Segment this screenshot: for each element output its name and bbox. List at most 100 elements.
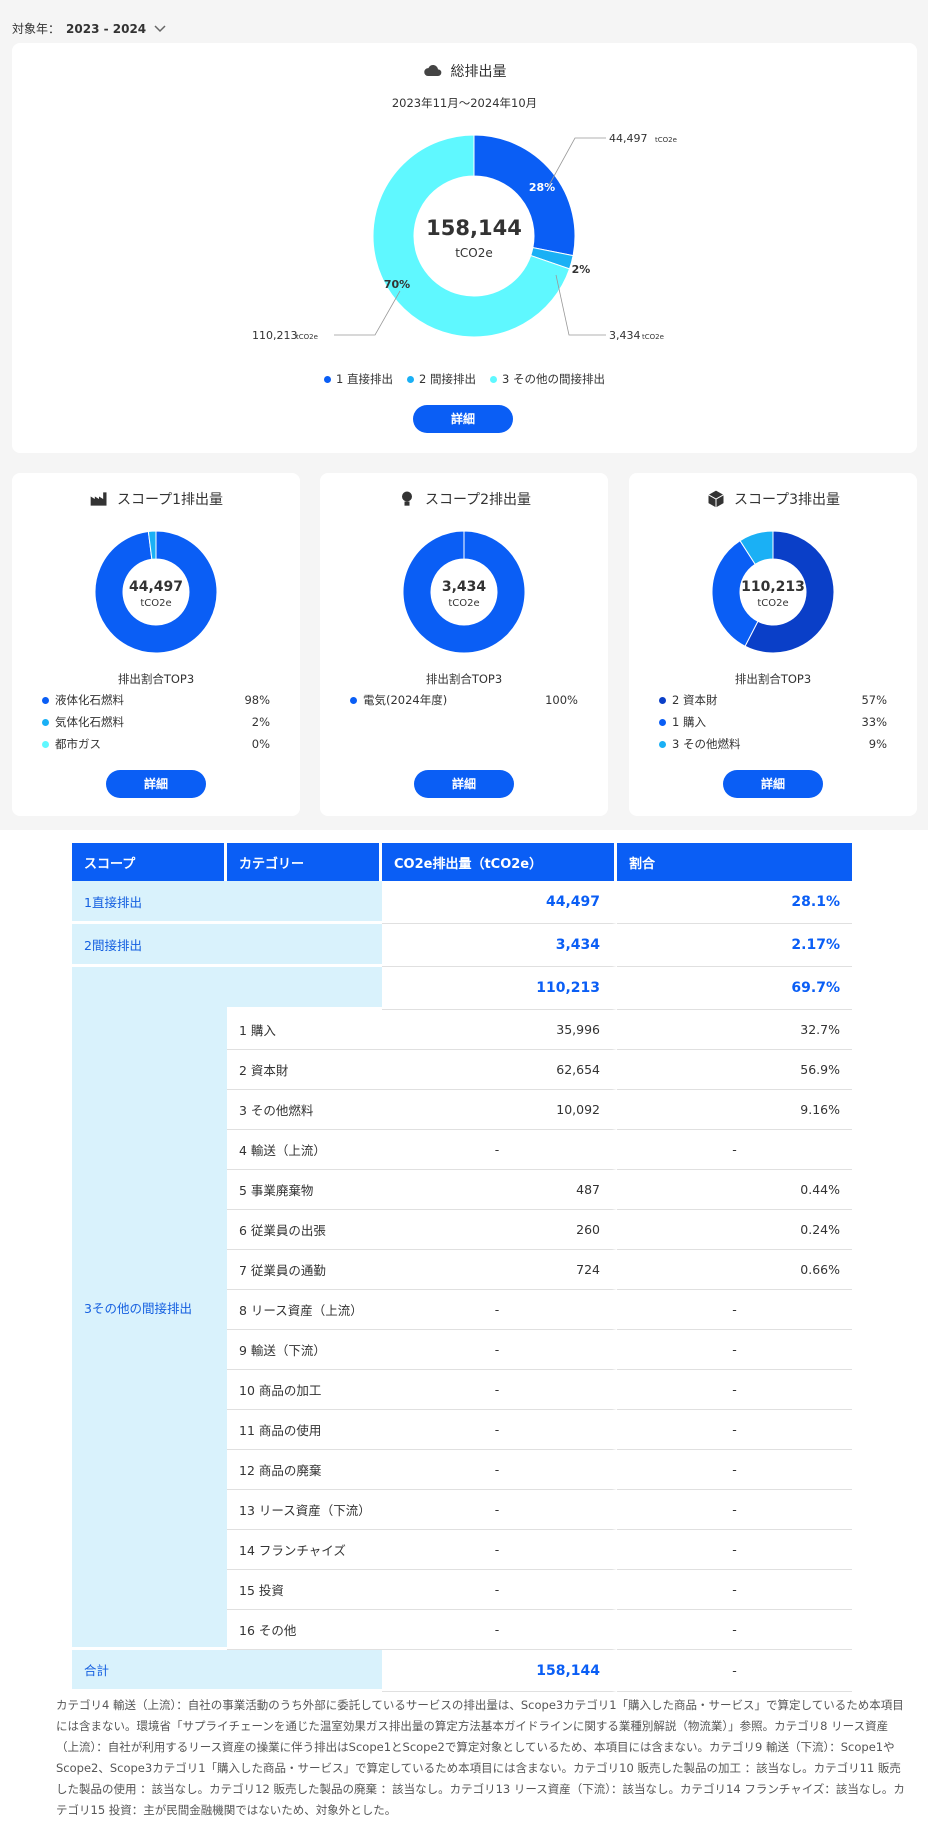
category-ratio: - (617, 1570, 852, 1610)
list-item: 電気(2024年度) 100% (350, 689, 578, 711)
total-ratio: - (617, 1650, 852, 1692)
category-name: 4 輸送（上流） (227, 1130, 382, 1170)
value-callout: 3,434 (609, 329, 641, 342)
scope3-detail-button[interactable]: 詳細 (723, 770, 823, 798)
table-row: 1直接排出 44,497 28.1% (72, 881, 852, 924)
scope2-card: スコープ2排出量 3,434 tCO2e 排出割合TOP3 電気(2024年度)… (320, 473, 608, 816)
scope3-blank-cell (227, 967, 382, 1010)
category-ratio: 0.24% (617, 1210, 852, 1250)
category-name: 10 商品の加工 (227, 1370, 382, 1410)
header-co2e: CO2e排出量（tCO2e） (382, 843, 617, 881)
category-ratio: - (617, 1290, 852, 1330)
scope2-ratio: 2.17% (617, 924, 852, 967)
category-name: 3 その他燃料 (227, 1090, 382, 1130)
category-value: 35,996 (382, 1010, 617, 1050)
year-selector[interactable]: 対象年： 2023 - 2024 (12, 20, 168, 37)
scope3-center-unit: tCO2e (757, 598, 789, 609)
category-name: 7 従業員の通勤 (227, 1250, 382, 1290)
category-ratio: - (617, 1450, 852, 1490)
value-callout: 44,497 (609, 132, 648, 145)
emissions-table: スコープ カテゴリー CO2e排出量（tCO2e） 割合 1直接排出 44,49… (72, 843, 852, 1692)
total-value: 158,144 (382, 1650, 617, 1692)
category-ratio: 0.44% (617, 1170, 852, 1210)
table-header-row: スコープ カテゴリー CO2e排出量（tCO2e） 割合 (72, 843, 852, 881)
category-name: 1 購入 (227, 1010, 382, 1050)
chevron-down-icon (154, 24, 166, 32)
scope3-top3-list: 2 資本財 57% 1 購入 33% 3 その他燃料 9% (659, 689, 887, 755)
legend-item-other-indirect: 3 その他の間接排出 (489, 371, 605, 387)
category-ratio: - (617, 1610, 852, 1650)
category-ratio: 56.9% (617, 1050, 852, 1090)
scope2-detail-button[interactable]: 詳細 (414, 770, 514, 798)
percent-label: 28% (529, 181, 555, 194)
scope1-top3-label: 排出割合TOP3 (117, 672, 195, 686)
unit-callout: tCO2e (642, 333, 664, 341)
category-name: 12 商品の廃棄 (227, 1450, 382, 1490)
scope2-value: 3,434 (382, 924, 617, 967)
scope1-detail-button[interactable]: 詳細 (106, 770, 206, 798)
header-ratio: 割合 (617, 843, 852, 881)
category-name: 16 その他 (227, 1610, 382, 1650)
scope2-center-unit: tCO2e (448, 598, 480, 609)
category-ratio: - (617, 1370, 852, 1410)
scope3-donut-chart (711, 530, 835, 654)
scope1-ratio: 28.1% (617, 881, 852, 924)
total-detail-button[interactable]: 詳細 (413, 405, 513, 433)
table-row: 3その他の間接排出 110,213 69.7% (72, 967, 852, 1650)
category-ratio: 9.16% (617, 1090, 852, 1130)
category-value: - (382, 1410, 617, 1450)
category-value: - (382, 1130, 617, 1170)
list-item: 液体化石燃料 98% (42, 689, 270, 711)
category-ratio: - (617, 1410, 852, 1450)
category-name: 8 リース資産（上流） (227, 1290, 382, 1330)
category-value: - (382, 1490, 617, 1530)
total-legend: 1 直接排出 2 間接排出 3 その他の間接排出 (12, 371, 917, 387)
category-value: - (382, 1370, 617, 1410)
legend-item-indirect: 2 間接排出 (407, 371, 476, 387)
scope3-card: スコープ3排出量 110,213 tCO2e 排出割合TOP3 2 資本財 57%… (629, 473, 917, 816)
scope1-value: 44,497 (382, 881, 617, 924)
total-emissions-card: 総排出量 2023年11月～2024年10月 28% 2% 70% 44,497 tCO… (12, 43, 917, 453)
table-total-row: 合計 158,144 - (72, 1650, 852, 1692)
scope1-card: スコープ1排出量 44,497 tCO2e 排出割合TOP3 液体化石燃料 98%… (12, 473, 300, 816)
dashboard-area: 対象年： 2023 - 2024 総排出量 2023年11月～2024年10月 … (0, 0, 928, 830)
category-value: - (382, 1570, 617, 1610)
scope3-value: 110,213 (382, 967, 617, 1010)
scope1-top3-list: 液体化石燃料 98% 気体化石燃料 2% 都市ガス 0% (42, 689, 270, 755)
scope2-top3-label: 排出割合TOP3 (425, 672, 503, 686)
scope1-center-unit: tCO2e (140, 598, 172, 609)
category-name: 2 資本財 (227, 1050, 382, 1090)
category-value: 724 (382, 1250, 617, 1290)
percent-label: 2% (572, 263, 591, 276)
category-value: - (382, 1330, 617, 1370)
category-name: 5 事業廃棄物 (227, 1170, 382, 1210)
list-item: 3 その他燃料 9% (659, 733, 887, 755)
category-value: - (382, 1290, 617, 1330)
list-item: 1 購入 33% (659, 711, 887, 733)
category-ratio: - (617, 1130, 852, 1170)
category-value: - (382, 1450, 617, 1490)
category-value: 260 (382, 1210, 617, 1250)
year-value: 2023 - 2024 (66, 21, 147, 36)
legend-item-direct: 1 直接排出 (324, 371, 393, 387)
category-ratio: - (617, 1330, 852, 1370)
unit-callout: tCO2e (655, 136, 677, 144)
category-name: 14 フランチャイズ (227, 1530, 382, 1570)
scope1-label: 1直接排出 (72, 881, 382, 924)
category-ratio: 32.7% (617, 1010, 852, 1050)
category-name: 15 投資 (227, 1570, 382, 1610)
scope1-donut-chart (94, 530, 218, 654)
category-value: - (382, 1610, 617, 1650)
value-callout: 110,213 (252, 329, 298, 342)
category-ratio: - (617, 1490, 852, 1530)
scope3-ratio: 69.7% (617, 967, 852, 1010)
total-center-unit: tCO2e (455, 246, 493, 260)
callout-line (334, 290, 401, 336)
category-value: 62,654 (382, 1050, 617, 1090)
category-name: 9 輸送（下流） (227, 1330, 382, 1370)
category-value: - (382, 1530, 617, 1570)
scope3-top3-label: 排出割合TOP3 (734, 672, 812, 686)
scope3-center-value: 110,213 (741, 579, 805, 595)
table-row: 2間接排出 3,434 2.17% (72, 924, 852, 967)
header-scope: スコープ (72, 843, 227, 881)
